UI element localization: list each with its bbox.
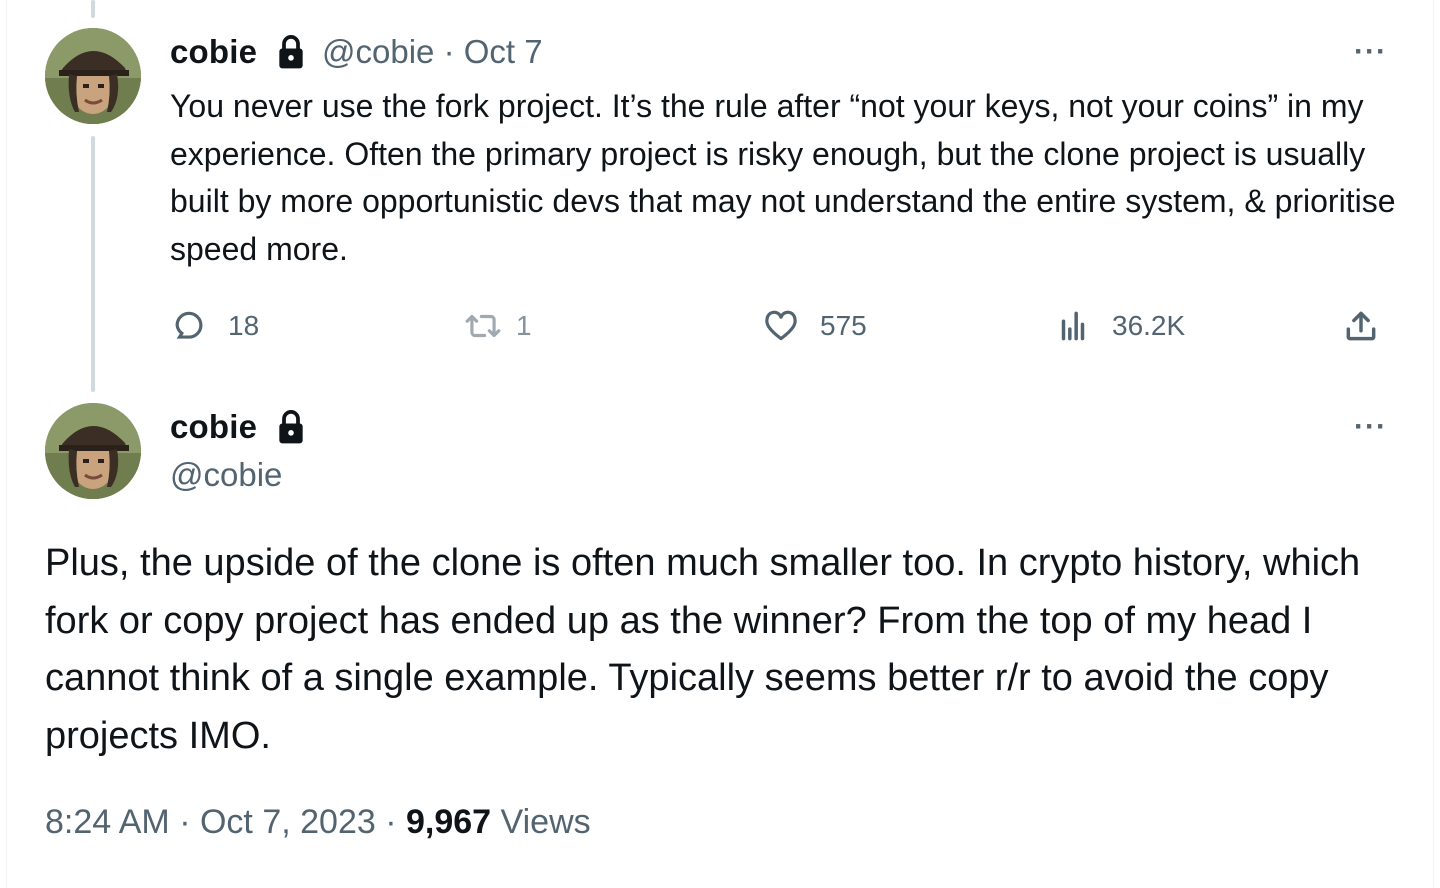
- thread-connector: [91, 136, 95, 392]
- views-count: 36.2K: [1112, 310, 1186, 341]
- avatar[interactable]: [45, 28, 141, 124]
- repost-count: 1: [516, 310, 532, 341]
- reply-count: 18: [228, 310, 260, 341]
- tweet-date[interactable]: Oct 7: [464, 33, 543, 70]
- handle-and-date: @cobie · Oct 7: [322, 32, 543, 72]
- tweet-text: Plus, the upside of the clone is often m…: [45, 542, 1361, 757]
- author-handle[interactable]: @cobie: [170, 455, 282, 495]
- heart-icon: [765, 310, 797, 341]
- author-handle[interactable]: @cobie: [322, 33, 434, 70]
- tweet-actions: 18 1 575 36.2K: [170, 304, 1400, 348]
- author-name[interactable]: cobie: [170, 32, 257, 72]
- tweet-time[interactable]: 8:24 AM: [45, 803, 170, 841]
- more-options-button[interactable]: ···: [1354, 37, 1387, 67]
- upload-share-icon: [1346, 311, 1376, 341]
- speech-bubble-icon: [175, 311, 203, 339]
- separator-dot: ·: [443, 33, 455, 70]
- repost-button[interactable]: 1: [464, 304, 532, 348]
- lock-icon: [277, 34, 305, 70]
- separator-dot: ·: [385, 803, 397, 841]
- ellipsis-icon: ···: [1354, 410, 1387, 443]
- tweet-text: You never use the fork project. It’s the…: [170, 88, 1396, 267]
- ellipsis-icon: ···: [1354, 35, 1387, 68]
- avatar[interactable]: [45, 403, 141, 499]
- more-options-button[interactable]: ···: [1354, 412, 1387, 442]
- avatar-image: [45, 28, 141, 124]
- like-count: 575: [820, 310, 867, 341]
- views-button[interactable]: 36.2K: [1054, 304, 1185, 348]
- lock-icon: [277, 409, 305, 445]
- tweet-meta: 8:24 AM · Oct 7, 2023 · 9,967 Views: [45, 800, 591, 844]
- share-button[interactable]: [1342, 304, 1380, 348]
- avatar-image: [45, 403, 141, 499]
- views-count: 9,967: [406, 803, 492, 841]
- author-name[interactable]: cobie: [170, 407, 257, 447]
- tweet-full-date[interactable]: Oct 7, 2023: [200, 803, 376, 841]
- separator-dot: ·: [179, 803, 191, 841]
- reply-button[interactable]: 18: [170, 304, 259, 348]
- bar-chart-icon: [1061, 311, 1085, 341]
- views-label: Views: [500, 803, 591, 841]
- like-button[interactable]: 575: [762, 304, 867, 348]
- repost-arrows-icon: [465, 314, 501, 338]
- thread-connector-top: [91, 0, 95, 18]
